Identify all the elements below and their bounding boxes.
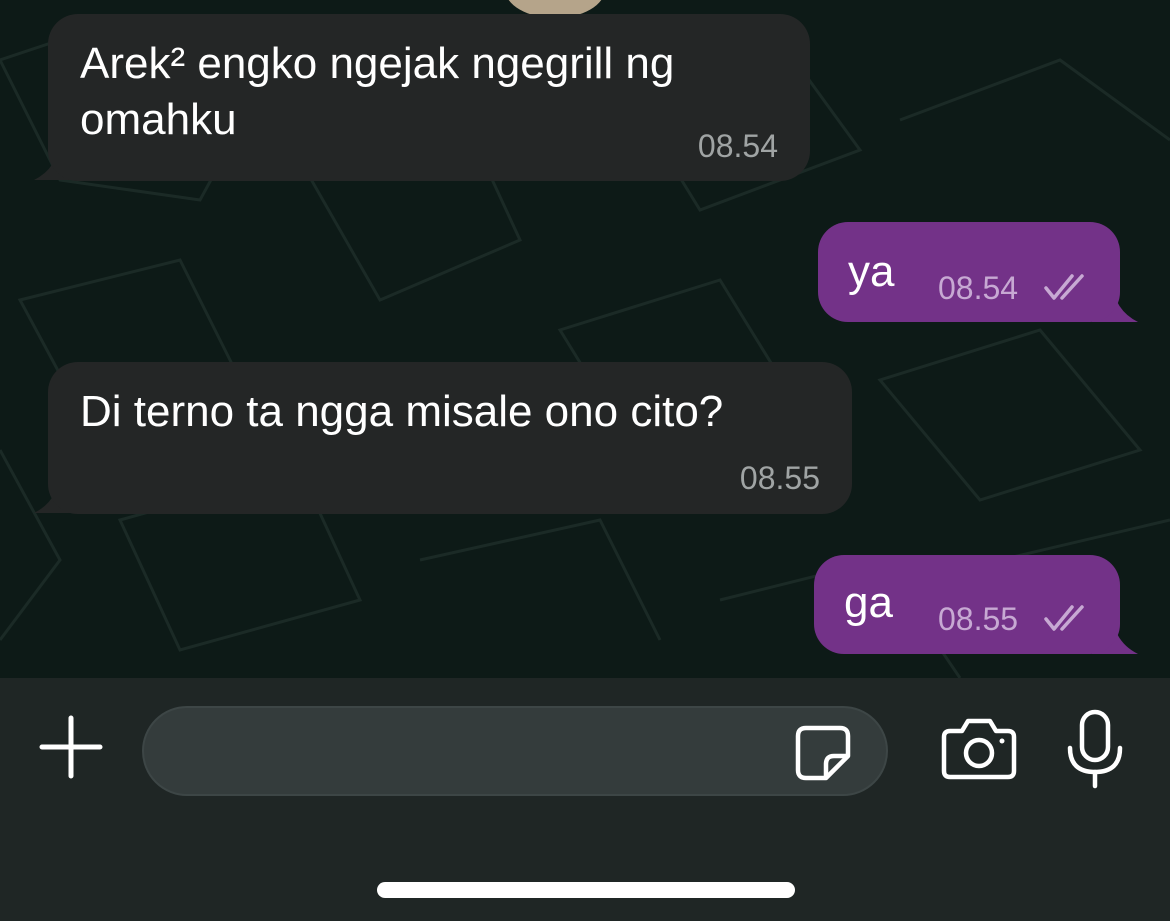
home-indicator [377,882,795,898]
message-bubble-incoming[interactable]: Arek² engko ngejak ngegrill ng omahku 08… [48,14,810,181]
plus-icon[interactable] [36,712,106,782]
message-list[interactable]: Arek² engko ngejak ngegrill ng omahku 08… [0,0,1170,678]
message-bubble-incoming[interactable]: Di terno ta ngga misale ono cito? 08.55 [48,362,852,514]
message-timestamp: 08.54 [697,128,778,164]
camera-icon[interactable] [940,715,1018,781]
message-timestamp: 08.55 [739,460,820,496]
message-text: ga [844,578,893,627]
message-bubble-outgoing[interactable]: ya 08.54 [818,222,1120,322]
read-double-check-icon [1044,605,1084,631]
message-timestamp: 08.55 [938,601,1019,637]
message-text: ya [848,247,895,296]
message-text: Arek² engko ngejak ngegrill ng omahku [80,39,675,144]
sticker-icon[interactable] [792,722,854,784]
read-double-check-icon [1044,274,1084,300]
message-text: Di terno ta ngga misale ono cito? [80,387,724,436]
chat-screen: Arek² engko ngejak ngegrill ng omahku 08… [0,0,1170,921]
microphone-icon[interactable] [1062,708,1128,790]
message-bubble-outgoing[interactable]: ga 08.55 [814,555,1120,654]
message-input[interactable] [142,706,888,796]
message-timestamp: 08.54 [938,270,1019,306]
